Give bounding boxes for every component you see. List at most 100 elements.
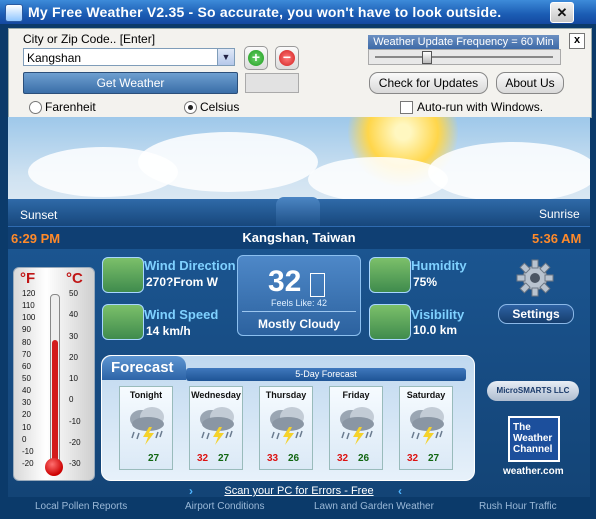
forecast-high-temp: 32 bbox=[407, 453, 419, 464]
forecast-high-temp: 32 bbox=[197, 453, 209, 464]
forecast-low-temp: 26 bbox=[358, 453, 370, 464]
pollen-reports-link[interactable]: Local Pollen Reports bbox=[35, 501, 127, 512]
forecast-day-name: Friday bbox=[342, 390, 370, 400]
forecast-day-card: Thursday 33 26 bbox=[259, 386, 313, 470]
wind-speed-value: 14 km/h bbox=[146, 324, 191, 338]
rush-hour-link[interactable]: Rush Hour Traffic bbox=[479, 501, 557, 512]
forecast-panel: Forecast 5-Day Forecast Tonight 27 Wednesd… bbox=[101, 355, 475, 481]
visibility-icon bbox=[369, 304, 411, 340]
fahrenheit-tick: 50 bbox=[22, 374, 31, 383]
fahrenheit-tick: 20 bbox=[22, 410, 31, 420]
scan-errors-link[interactable]: Scan your PC for Errors - Free bbox=[8, 485, 590, 497]
celsius-tick: 30 bbox=[69, 331, 78, 341]
fahrenheit-tick: 80 bbox=[22, 337, 31, 347]
settings-button[interactable]: Settings bbox=[498, 304, 574, 324]
update-frequency-label: Weather Update Frequency = 60 Min bbox=[368, 35, 559, 49]
forecast-day-name: Saturday bbox=[406, 390, 446, 400]
sky-tab bbox=[276, 197, 320, 226]
wind-speed-title: Wind Speed bbox=[144, 307, 219, 322]
close-window-button[interactable]: ✕ bbox=[550, 2, 574, 23]
celsius-tick: -10 bbox=[69, 416, 81, 426]
plus-icon: + bbox=[248, 50, 264, 66]
celsius-tick: 50 bbox=[69, 289, 78, 298]
fahrenheit-scale-label: °F bbox=[20, 270, 36, 287]
get-weather-button[interactable]: Get Weather bbox=[23, 72, 238, 94]
minus-icon: − bbox=[279, 50, 295, 66]
slider-line bbox=[375, 56, 553, 58]
fahrenheit-label: Farenheit bbox=[45, 100, 96, 114]
celsius-tick: -30 bbox=[69, 459, 81, 468]
thermometer: °F °C 120 110 100 90 80 70 60 50 40 30 20 10 0 -10 -20… bbox=[13, 267, 95, 481]
bottom-link-bar: Local Pollen Reports Airport Conditions … bbox=[0, 497, 596, 519]
airport-conditions-link[interactable]: Airport Conditions bbox=[185, 501, 264, 512]
divider bbox=[242, 311, 356, 312]
fahrenheit-radio[interactable] bbox=[29, 101, 42, 114]
wind-direction-title: Wind Direction bbox=[144, 258, 236, 273]
forecast-day-name: Thursday bbox=[265, 390, 307, 400]
autorun-label: Auto-run with Windows. bbox=[417, 100, 544, 114]
humidity-title: Humidity bbox=[411, 258, 467, 273]
thunderstorm-icon bbox=[410, 407, 444, 445]
weather-com-link[interactable]: weather.com bbox=[503, 466, 564, 477]
forecast-tab: Forecast bbox=[102, 356, 186, 380]
chevron-down-icon[interactable]: ▼ bbox=[217, 49, 234, 65]
app-icon bbox=[5, 4, 23, 22]
window-title: My Free Weather V2.35 - So accurate, you… bbox=[28, 4, 502, 20]
twc-line2: Weather bbox=[513, 433, 553, 444]
autorun-checkbox[interactable] bbox=[400, 101, 413, 114]
remove-city-button[interactable]: − bbox=[275, 46, 299, 70]
forecast-high-temp: 32 bbox=[337, 453, 349, 464]
visibility-title: Visibility bbox=[411, 307, 465, 322]
update-frequency-slider[interactable] bbox=[368, 49, 561, 65]
forecast-high-temp: 33 bbox=[267, 453, 279, 464]
close-panel-button[interactable]: x bbox=[569, 33, 585, 49]
fahrenheit-tick: 100 bbox=[22, 313, 36, 323]
info-bar: 6:29 PM Kangshan, Taiwan 5:36 AM bbox=[8, 226, 590, 250]
fahrenheit-tick: 70 bbox=[22, 349, 31, 359]
about-us-button[interactable]: About Us bbox=[496, 72, 564, 94]
main-panel: °F °C 120 110 100 90 80 70 60 50 40 30 20 10 0 -10 -20… bbox=[8, 249, 590, 498]
slider-thumb[interactable] bbox=[422, 51, 432, 64]
feels-like: Feels Like: 42 bbox=[270, 298, 328, 308]
condition-text: Mostly Cloudy bbox=[257, 317, 340, 331]
forecast-day-card: Wednesday 32 27 bbox=[189, 386, 243, 470]
add-city-button[interactable]: + bbox=[244, 46, 268, 70]
forecast-low-temp: 27 bbox=[148, 453, 160, 464]
current-temperature-panel: 32 Feels Like: 42 Mostly Cloudy bbox=[237, 255, 361, 336]
city-value: Kangshan bbox=[27, 51, 82, 65]
control-panel: City or Zip Code.. [Enter] Kangshan ▼ + … bbox=[8, 28, 592, 118]
fahrenheit-tick: 90 bbox=[22, 325, 31, 335]
fahrenheit-tick: -20 bbox=[22, 459, 34, 468]
twc-line3: Channel bbox=[513, 444, 553, 455]
thermometer-bulb bbox=[45, 458, 63, 476]
forecast-header: 5-Day Forecast bbox=[186, 368, 466, 381]
status-box bbox=[245, 73, 299, 93]
twc-line1: The bbox=[513, 422, 531, 433]
wind-speed-icon bbox=[102, 304, 144, 340]
visibility-value: 10.0 km bbox=[413, 323, 458, 337]
location-name: Kangshan, Taiwan bbox=[242, 230, 356, 245]
celsius-radio[interactable] bbox=[184, 101, 197, 114]
celsius-scale-label: °C bbox=[66, 270, 83, 287]
thunderstorm-icon bbox=[130, 407, 164, 445]
cloud bbox=[308, 157, 448, 202]
forecast-day-name: Wednesday bbox=[191, 390, 241, 400]
chevron-left-icon: ‹ bbox=[398, 484, 402, 498]
humidity-icon bbox=[369, 257, 411, 293]
wind-direction-value: 270?From W bbox=[146, 275, 219, 289]
temperature-unit-glyph bbox=[310, 273, 325, 297]
weather-channel-logo[interactable]: The Weather Channel bbox=[508, 416, 560, 462]
check-updates-button[interactable]: Check for Updates bbox=[369, 72, 488, 94]
humidity-value: 75% bbox=[413, 275, 438, 289]
fahrenheit-tick: 40 bbox=[22, 386, 31, 396]
celsius-tick: 0 bbox=[69, 395, 74, 405]
title-bar[interactable]: My Free Weather V2.35 - So accurate, you… bbox=[0, 0, 596, 24]
sunrise-time: 5:36 AM bbox=[532, 231, 582, 246]
microsmarts-logo[interactable]: MicroSMARTS LLC bbox=[487, 381, 579, 401]
forecast-low-temp: 26 bbox=[288, 453, 300, 464]
city-combobox[interactable]: Kangshan ▼ bbox=[23, 48, 235, 66]
lawn-garden-link[interactable]: Lawn and Garden Weather bbox=[314, 501, 434, 512]
sky-panel: Sunset Sunrise bbox=[8, 117, 590, 226]
cloud bbox=[138, 132, 318, 192]
gear-icon[interactable] bbox=[515, 258, 555, 298]
